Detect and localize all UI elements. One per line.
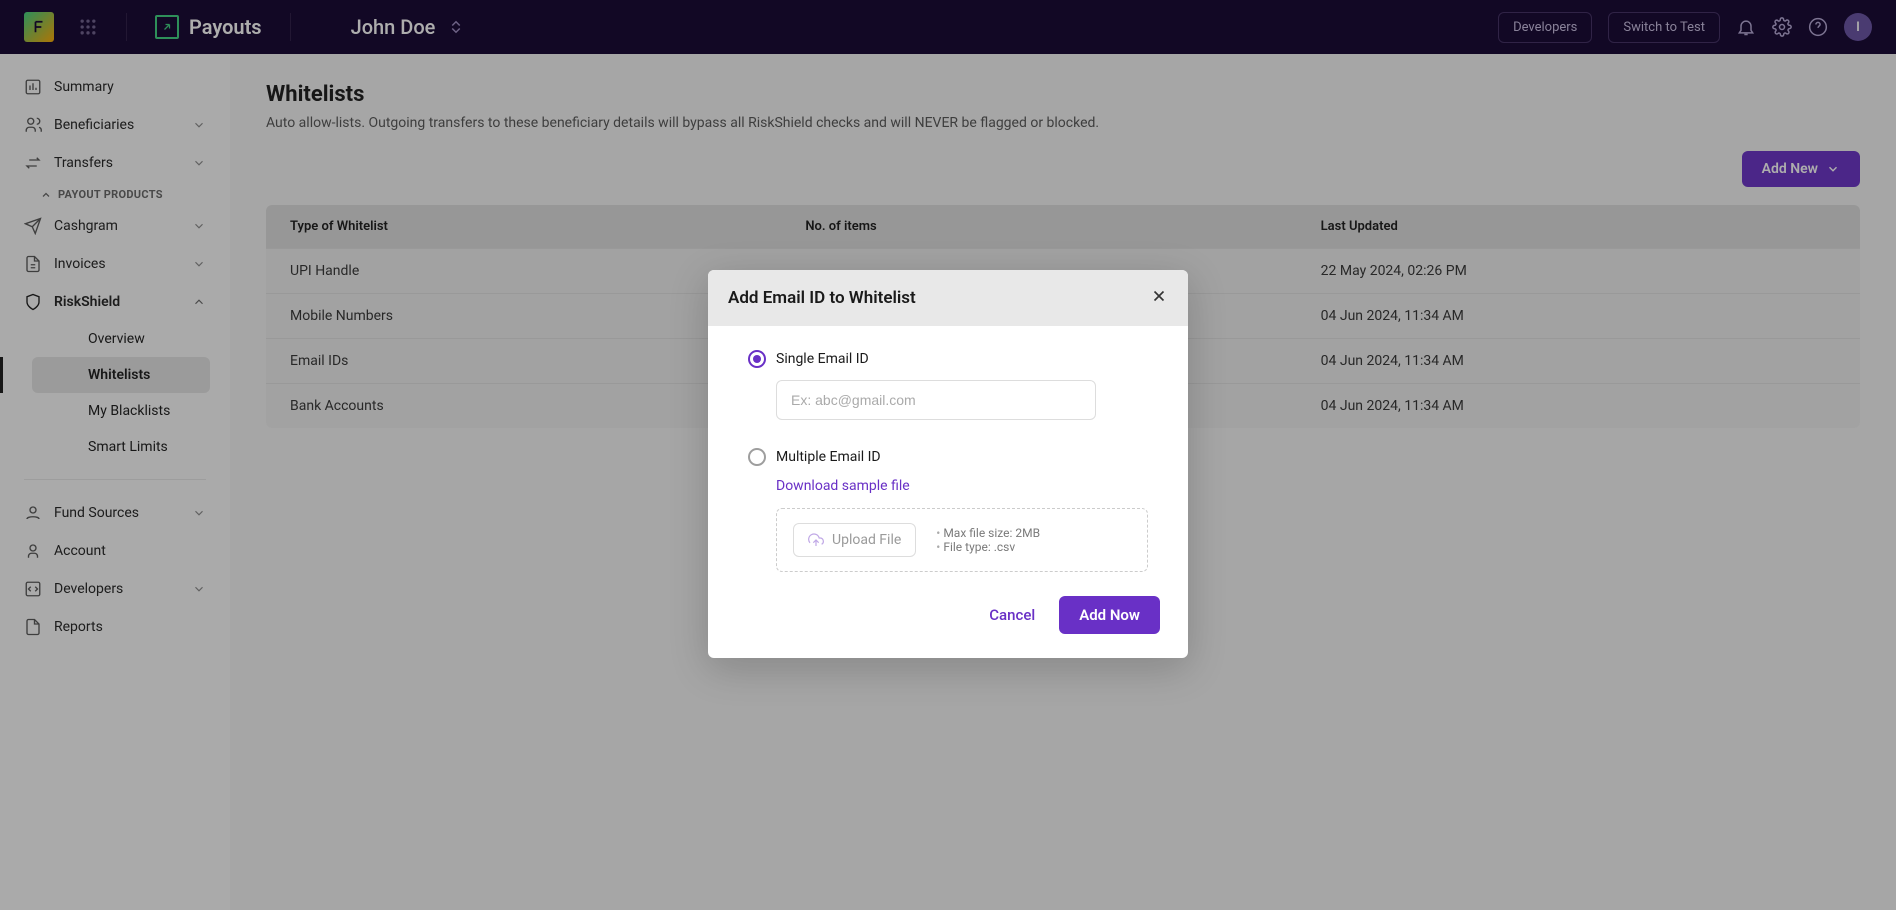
upload-area: Upload File Max file size: 2MB File type… [776,508,1148,572]
radio-label: Single Email ID [776,351,869,367]
radio-icon [748,350,766,368]
email-input[interactable] [776,380,1096,420]
modal-title: Add Email ID to Whitelist [728,288,916,308]
cancel-button[interactable]: Cancel [989,606,1035,624]
upload-file-button[interactable]: Upload File [793,523,916,557]
modal-footer: Cancel Add Now [708,576,1188,658]
hint-type: File type: .csv [936,540,1040,554]
radio-multiple-email[interactable]: Multiple Email ID [748,448,1148,466]
upload-label: Upload File [832,532,901,548]
add-now-button[interactable]: Add Now [1059,596,1160,634]
upload-hints: Max file size: 2MB File type: .csv [936,526,1040,554]
modal-body: Single Email ID Multiple Email ID Downlo… [708,326,1188,576]
radio-label: Multiple Email ID [776,449,881,465]
upload-icon [808,532,824,548]
radio-icon [748,448,766,466]
radio-single-email[interactable]: Single Email ID [748,350,1148,368]
modal-header: Add Email ID to Whitelist [708,270,1188,326]
download-sample-link[interactable]: Download sample file [776,478,1148,494]
close-icon[interactable] [1150,286,1168,310]
add-email-modal: Add Email ID to Whitelist Single Email I… [708,270,1188,658]
modal-overlay[interactable]: Add Email ID to Whitelist Single Email I… [0,0,1896,910]
hint-size: Max file size: 2MB [936,526,1040,540]
